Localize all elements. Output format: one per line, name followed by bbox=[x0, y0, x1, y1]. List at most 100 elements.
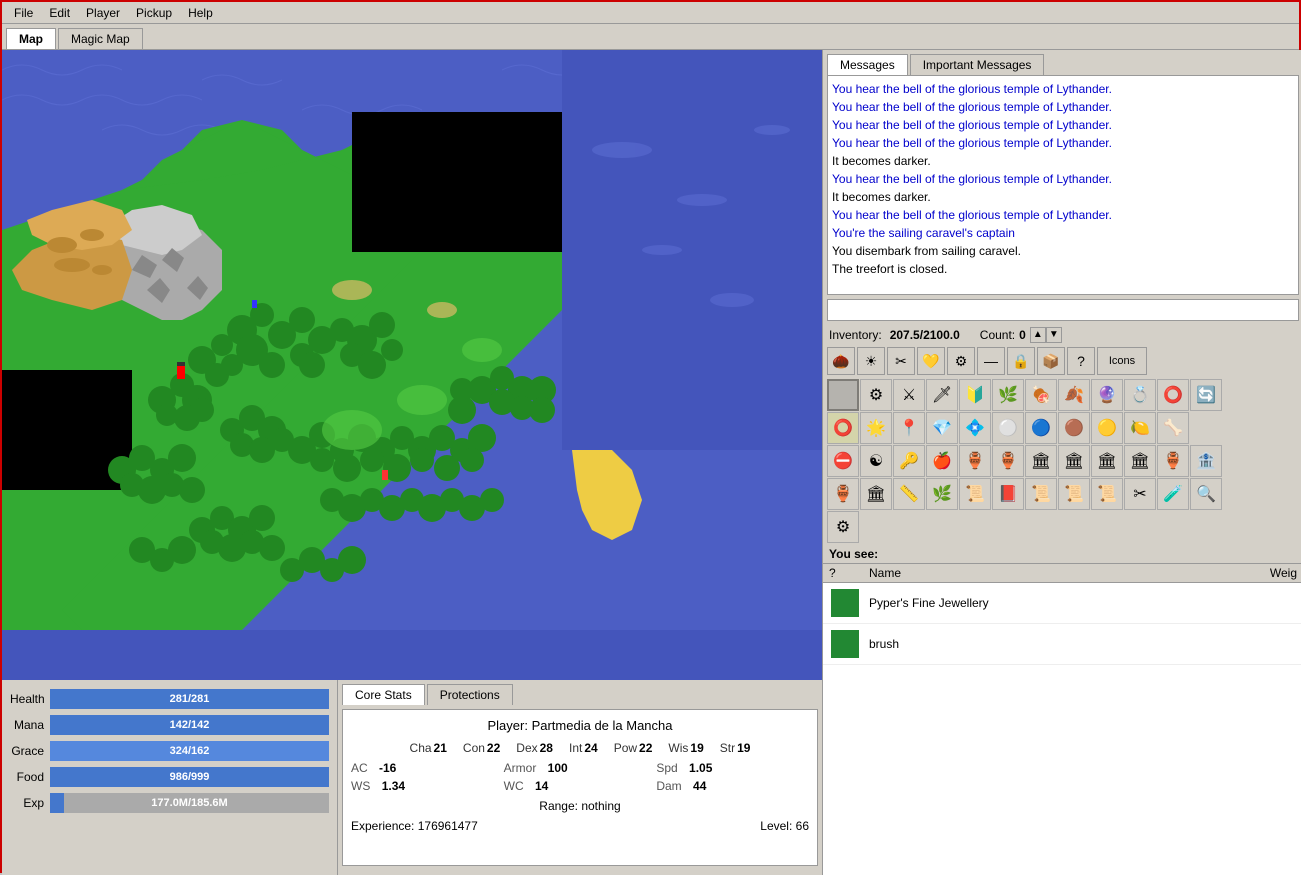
inv-cell[interactable]: 🍋 bbox=[1124, 412, 1156, 444]
inv-cell[interactable]: 🌿 bbox=[992, 379, 1024, 411]
inv-cell[interactable]: 🏛 bbox=[1058, 445, 1090, 477]
inventory-scroll-up[interactable]: ▲ bbox=[1030, 327, 1046, 343]
inv-btn-acorn[interactable]: 🌰 bbox=[827, 347, 855, 375]
message-line: The treefort is closed. bbox=[832, 260, 1294, 278]
health-value: 281/281 bbox=[170, 693, 210, 705]
inv-btn-sun[interactable]: ☀ bbox=[857, 347, 885, 375]
inv-cell[interactable]: 📜 bbox=[1058, 478, 1090, 510]
inv-cell[interactable]: ⭕ bbox=[1157, 379, 1189, 411]
inv-cell[interactable]: 🔵 bbox=[1025, 412, 1057, 444]
inv-cell[interactable]: 💍 bbox=[1124, 379, 1156, 411]
inv-cell[interactable]: 🔑 bbox=[893, 445, 925, 477]
inv-cell[interactable] bbox=[827, 379, 859, 411]
you-see-item[interactable]: brush bbox=[823, 624, 1301, 665]
inv-cell[interactable]: ⛔ bbox=[827, 445, 859, 477]
inv-cell[interactable]: ⭕ bbox=[827, 412, 859, 444]
inv-cell[interactable]: 🏺 bbox=[827, 478, 859, 510]
inv-cell[interactable]: 🔰 bbox=[959, 379, 991, 411]
inv-cell[interactable]: 🏛 bbox=[1025, 445, 1057, 477]
grace-bar: 324/162 bbox=[50, 741, 329, 761]
inventory-label: Inventory: bbox=[829, 328, 882, 342]
inv-cell[interactable]: ☯ bbox=[860, 445, 892, 477]
inv-cell[interactable]: 🍎 bbox=[926, 445, 958, 477]
inv-cell[interactable]: 🏺 bbox=[1157, 445, 1189, 477]
game-map[interactable] bbox=[2, 50, 822, 680]
you-see-items[interactable]: Pyper's Fine Jewellery brush bbox=[823, 583, 1301, 875]
inv-btn-icons[interactable]: Icons bbox=[1097, 347, 1147, 375]
inv-cell[interactable]: 📍 bbox=[893, 412, 925, 444]
inv-btn-gem[interactable]: 💛 bbox=[917, 347, 945, 375]
inv-cell[interactable]: 🔍 bbox=[1190, 478, 1222, 510]
inv-cell[interactable]: 🍂 bbox=[1058, 379, 1090, 411]
menu-edit[interactable]: Edit bbox=[41, 4, 78, 22]
exp-value: 177.0M/185.6M bbox=[151, 797, 227, 809]
right-panel: Messages Important Messages You hear the… bbox=[822, 50, 1301, 875]
stats-content: Player: Partmedia de la Mancha Cha 21 Co… bbox=[342, 709, 818, 866]
food-value: 986/999 bbox=[170, 771, 210, 783]
exp-row: Exp 177.0M/185.6M bbox=[10, 792, 329, 814]
inv-cell[interactable]: ⚙ bbox=[827, 511, 859, 543]
inv-cell[interactable]: 💎 bbox=[926, 412, 958, 444]
inv-btn-dash[interactable]: — bbox=[977, 347, 1005, 375]
messages-content[interactable]: You hear the bell of the glorious temple… bbox=[827, 75, 1299, 295]
range-row: Range: nothing bbox=[351, 799, 809, 813]
menu-player[interactable]: Player bbox=[78, 4, 128, 22]
inv-cell[interactable]: 🦴 bbox=[1157, 412, 1189, 444]
inv-cell[interactable]: 🌟 bbox=[860, 412, 892, 444]
main-layout: Health 281/281 Mana 142/142 Grace bbox=[2, 50, 1301, 875]
core-stats-section: Core Stats Protections Player: Partmedia… bbox=[337, 680, 822, 875]
inv-btn-crossed[interactable]: ✂ bbox=[887, 347, 915, 375]
inv-cell[interactable]: 🟤 bbox=[1058, 412, 1090, 444]
inv-btn-box[interactable]: 📦 bbox=[1037, 347, 1065, 375]
inv-cell[interactable]: 📏 bbox=[893, 478, 925, 510]
inv-cell[interactable]: 🍖 bbox=[1025, 379, 1057, 411]
inv-cell[interactable]: 🔮 bbox=[1091, 379, 1123, 411]
menu-pickup[interactable]: Pickup bbox=[128, 4, 180, 22]
inv-cell[interactable]: 🏺 bbox=[959, 445, 991, 477]
inv-cell[interactable]: 🗡 bbox=[926, 379, 958, 411]
inv-btn-lock[interactable]: 🔒 bbox=[1007, 347, 1035, 375]
tab-protections[interactable]: Protections bbox=[427, 684, 513, 705]
inv-cell[interactable]: ✂ bbox=[1124, 478, 1156, 510]
item-name: Pyper's Fine Jewellery bbox=[869, 596, 1297, 610]
mana-row: Mana 142/142 bbox=[10, 714, 329, 736]
inv-row-2: ⭕ 🌟 📍 💎 💠 ⚪ 🔵 🟤 🟡 🍋 🦴 bbox=[827, 412, 1299, 444]
map-tab-bar: Map Magic Map bbox=[2, 24, 1299, 50]
tab-core-stats[interactable]: Core Stats bbox=[342, 684, 425, 705]
message-line: You hear the bell of the glorious temple… bbox=[832, 116, 1294, 134]
inv-cell[interactable]: 🏺 bbox=[992, 445, 1024, 477]
inv-cell[interactable]: 🏛 bbox=[860, 478, 892, 510]
inventory-weight: 207.5/2100.0 bbox=[890, 328, 960, 342]
inv-cell[interactable]: 📜 bbox=[959, 478, 991, 510]
tab-messages[interactable]: Messages bbox=[827, 54, 908, 75]
you-see-item[interactable]: Pyper's Fine Jewellery bbox=[823, 583, 1301, 624]
message-line: You hear the bell of the glorious temple… bbox=[832, 170, 1294, 188]
inv-row-5: ⚙ bbox=[827, 511, 1299, 543]
inv-cell[interactable]: 📜 bbox=[1091, 478, 1123, 510]
inv-cell[interactable]: ⚔ bbox=[893, 379, 925, 411]
inv-cell[interactable]: 🟡 bbox=[1091, 412, 1123, 444]
inv-cell[interactable]: 💠 bbox=[959, 412, 991, 444]
menu-file[interactable]: File bbox=[6, 4, 41, 22]
menu-help[interactable]: Help bbox=[180, 4, 221, 22]
tab-important-messages[interactable]: Important Messages bbox=[910, 54, 1045, 75]
tab-magic-map[interactable]: Magic Map bbox=[58, 28, 143, 49]
inventory-scroll-down[interactable]: ▼ bbox=[1046, 327, 1062, 343]
inv-row-3: ⛔ ☯ 🔑 🍎 🏺 🏺 🏛 🏛 🏛 🏛 🏺 🏦 bbox=[827, 445, 1299, 477]
inv-btn-wheel[interactable]: ⚙ bbox=[947, 347, 975, 375]
inv-cell[interactable]: 📕 bbox=[992, 478, 1024, 510]
inv-cell[interactable]: ⚙ bbox=[860, 379, 892, 411]
grace-row: Grace 324/162 bbox=[10, 740, 329, 762]
inv-cell[interactable]: 🧪 bbox=[1157, 478, 1189, 510]
inv-cell[interactable]: 🏛 bbox=[1091, 445, 1123, 477]
inv-cell[interactable]: 🏛 bbox=[1124, 445, 1156, 477]
stats-tabs: Core Stats Protections bbox=[342, 684, 818, 705]
inv-cell[interactable]: ⚪ bbox=[992, 412, 1024, 444]
inv-cell[interactable]: 📜 bbox=[1025, 478, 1057, 510]
inv-cell[interactable]: 🏦 bbox=[1190, 445, 1222, 477]
inv-cell[interactable]: 🌿 bbox=[926, 478, 958, 510]
inv-cell[interactable]: 🔄 bbox=[1190, 379, 1222, 411]
inv-btn-question[interactable]: ? bbox=[1067, 347, 1095, 375]
chat-input[interactable] bbox=[827, 299, 1299, 321]
tab-map[interactable]: Map bbox=[6, 28, 56, 49]
